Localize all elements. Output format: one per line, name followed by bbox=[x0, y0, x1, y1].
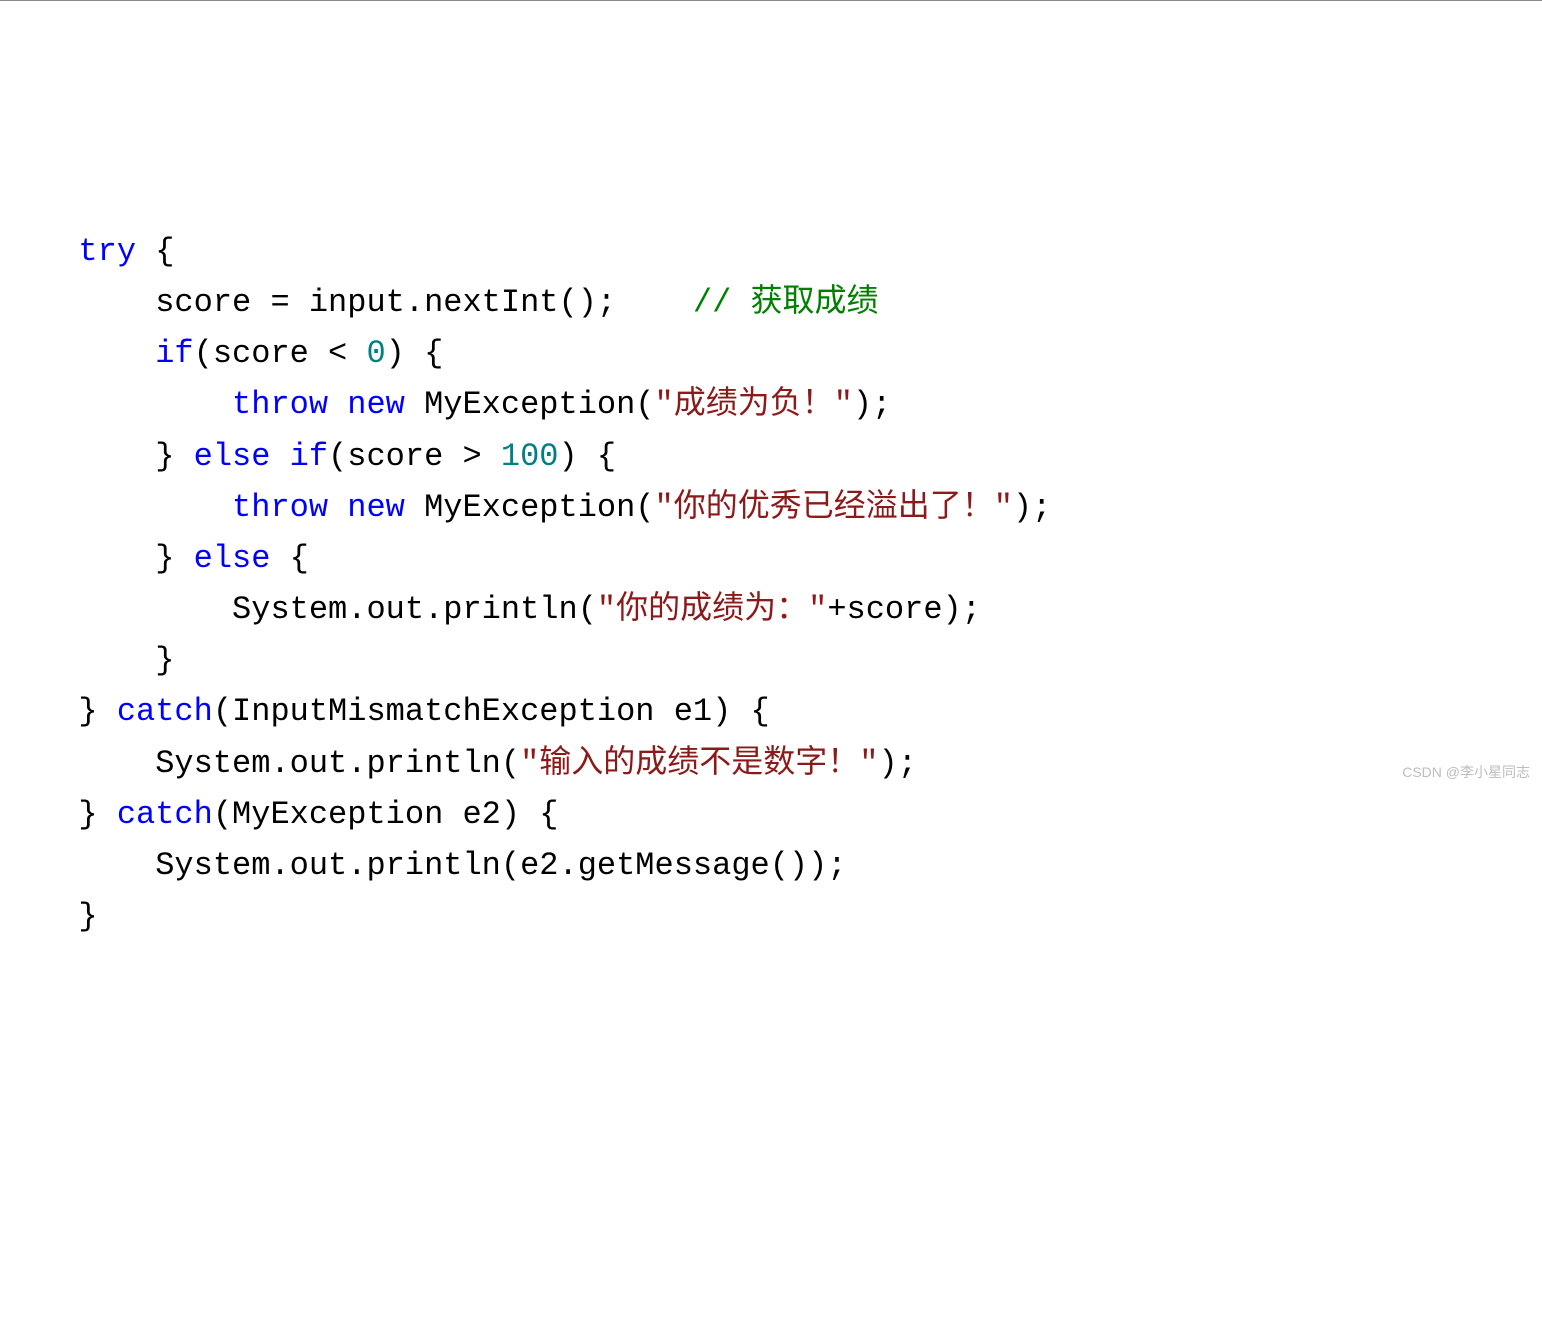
code-line: System.out.println("输入的成绩不是数字！"); bbox=[40, 745, 917, 782]
code-line: } bbox=[40, 642, 174, 679]
code-line: if(score < 0) { bbox=[40, 335, 443, 372]
string-literal: "你的成绩为：" bbox=[597, 591, 827, 628]
keyword-if: if bbox=[290, 438, 328, 475]
keyword-try: try bbox=[78, 233, 136, 270]
code-line: } catch(InputMismatchException e1) { bbox=[40, 693, 770, 730]
keyword-if: if bbox=[155, 335, 193, 372]
keyword-new: new bbox=[347, 489, 405, 526]
watermark: CSDN @李小星同志 bbox=[1402, 761, 1530, 783]
code-line: try { bbox=[40, 233, 174, 270]
keyword-catch: catch bbox=[117, 693, 213, 730]
string-literal: "成绩为负！" bbox=[655, 386, 853, 423]
code-line: score = input.nextInt(); // 获取成绩 bbox=[40, 284, 879, 321]
keyword-throw: throw bbox=[232, 489, 328, 526]
code-block: try { score = input.nextInt(); // 获取成绩 i… bbox=[40, 226, 1502, 943]
string-literal: "输入的成绩不是数字！" bbox=[520, 745, 878, 782]
code-line: } else if(score > 100) { bbox=[40, 438, 616, 475]
code-line: } bbox=[40, 898, 98, 935]
keyword-new: new bbox=[347, 386, 405, 423]
keyword-else: else bbox=[194, 438, 271, 475]
code-line: } catch(MyException e2) { bbox=[40, 796, 558, 833]
code-line: System.out.println("你的成绩为："+score); bbox=[40, 591, 981, 628]
keyword-else: else bbox=[194, 540, 271, 577]
number-literal: 0 bbox=[366, 335, 385, 372]
keyword-throw: throw bbox=[232, 386, 328, 423]
comment: // 获取成绩 bbox=[693, 284, 879, 321]
code-line: throw new MyException("成绩为负！"); bbox=[40, 386, 891, 423]
code-line: } else { bbox=[40, 540, 309, 577]
code-line: System.out.println(e2.getMessage()); bbox=[40, 847, 847, 884]
code-line: throw new MyException("你的优秀已经溢出了！"); bbox=[40, 489, 1051, 526]
string-literal: "你的优秀已经溢出了！" bbox=[655, 489, 1013, 526]
keyword-catch: catch bbox=[117, 796, 213, 833]
number-literal: 100 bbox=[501, 438, 559, 475]
